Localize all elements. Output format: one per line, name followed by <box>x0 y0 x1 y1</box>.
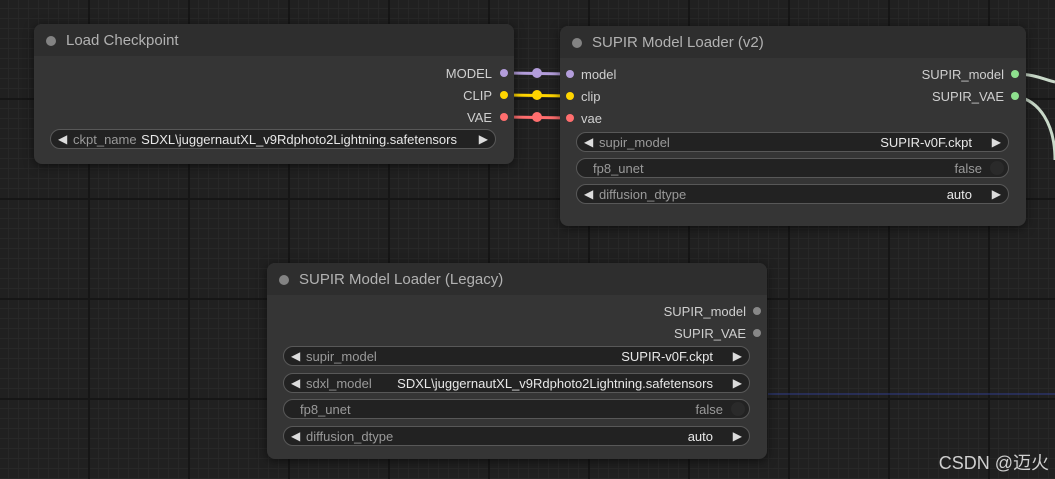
toggle-knob-icon[interactable] <box>990 161 1004 175</box>
output-label-supir-model: SUPIR_model <box>921 67 1004 82</box>
widget-name: sdxl_model <box>306 376 372 391</box>
link-vae-midpoint[interactable] <box>532 112 542 122</box>
decrement-arrow-icon[interactable]: ◀ <box>291 375 300 391</box>
node-title-bar[interactable]: Load Checkpoint <box>34 24 514 56</box>
node-title: SUPIR Model Loader (v2) <box>592 34 764 51</box>
increment-arrow-icon[interactable]: ▶ <box>992 186 1001 202</box>
widget-name: supir_model <box>599 135 670 150</box>
output-slot-supir-model[interactable] <box>1011 70 1019 78</box>
output-slot-clip[interactable] <box>500 91 508 99</box>
load-checkpoint-node[interactable]: Load Checkpoint MODEL CLIP VAE ◀ ckpt_na… <box>34 24 514 164</box>
output-label-supir-vae: SUPIR_VAE <box>673 326 746 341</box>
toggle-knob-icon[interactable] <box>731 402 745 416</box>
diffusion-dtype-combo[interactable]: ◀ diffusion_dtype auto ▶ <box>576 184 1009 204</box>
widget-name: diffusion_dtype <box>599 187 687 202</box>
node-title: Load Checkpoint <box>66 32 179 49</box>
widget-name: supir_model <box>306 349 377 364</box>
input-label-model: model <box>581 67 617 82</box>
node-title: SUPIR Model Loader (Legacy) <box>299 271 504 288</box>
widget-value: false <box>695 402 723 417</box>
increment-arrow-icon[interactable]: ▶ <box>992 134 1001 150</box>
increment-arrow-icon[interactable]: ▶ <box>733 428 742 444</box>
watermark-text: CSDN @迈火 <box>938 453 1049 473</box>
output-label-model: MODEL <box>445 66 492 81</box>
widget-value: SDXL\juggernautXL_v9Rdphoto2Lightning.sa… <box>397 376 713 391</box>
decrement-arrow-icon[interactable]: ◀ <box>584 134 593 150</box>
collapse-dot-icon[interactable] <box>279 275 289 285</box>
sdxl-model-combo[interactable]: ◀ sdxl_model SDXL\juggernautXL_v9Rdphoto… <box>283 373 750 393</box>
input-slot-model[interactable] <box>566 70 574 78</box>
output-label-vae: VAE <box>466 110 492 125</box>
output-label-supir-vae: SUPIR_VAE <box>931 89 1004 104</box>
output-label-clip: CLIP <box>463 88 492 103</box>
input-label-clip: clip <box>581 89 601 104</box>
collapse-dot-icon[interactable] <box>46 36 56 46</box>
collapse-dot-icon[interactable] <box>572 38 582 48</box>
widget-name: diffusion_dtype <box>306 429 394 444</box>
node-title-bar[interactable]: SUPIR Model Loader (Legacy) <box>267 263 767 295</box>
widget-value: SUPIR-v0F.ckpt <box>621 349 713 364</box>
increment-arrow-icon[interactable]: ▶ <box>733 375 742 391</box>
supir-loader-v2-node[interactable]: SUPIR Model Loader (v2) model clip vae S… <box>560 26 1026 226</box>
decrement-arrow-icon[interactable]: ◀ <box>584 186 593 202</box>
input-label-vae: vae <box>581 111 602 126</box>
widget-value: auto <box>946 187 972 202</box>
increment-arrow-icon[interactable]: ▶ <box>479 131 488 147</box>
output-slot-supir-vae[interactable] <box>1011 92 1019 100</box>
widget-name: fp8_unet <box>593 161 644 176</box>
decrement-arrow-icon[interactable]: ◀ <box>291 348 300 364</box>
link-model-midpoint[interactable] <box>532 68 542 78</box>
link-clip-midpoint[interactable] <box>532 90 542 100</box>
output-slot-model[interactable] <box>500 69 508 77</box>
output-label-supir-model: SUPIR_model <box>663 304 746 319</box>
node-title-bar[interactable]: SUPIR Model Loader (v2) <box>560 26 1026 58</box>
widget-value: false <box>954 161 982 176</box>
output-slot-supir-model[interactable] <box>753 307 761 315</box>
input-slot-clip[interactable] <box>566 92 574 100</box>
decrement-arrow-icon[interactable]: ◀ <box>291 428 300 444</box>
ckpt-name-combo[interactable]: ◀ ckpt_name SDXL\juggernautXL_v9Rdphoto2… <box>50 129 496 149</box>
diffusion-dtype-combo[interactable]: ◀ diffusion_dtype auto ▶ <box>283 426 750 446</box>
fp8-unet-toggle[interactable]: fp8_unet false <box>576 158 1009 178</box>
widget-name: ckpt_name <box>73 132 137 147</box>
fp8-unet-toggle[interactable]: fp8_unet false <box>283 399 750 419</box>
decrement-arrow-icon[interactable]: ◀ <box>58 131 67 147</box>
increment-arrow-icon[interactable]: ▶ <box>733 348 742 364</box>
supir-loader-legacy-node[interactable]: SUPIR Model Loader (Legacy) SUPIR_model … <box>267 263 767 459</box>
input-slot-vae[interactable] <box>566 114 574 122</box>
widget-name: fp8_unet <box>300 402 351 417</box>
supir-model-combo[interactable]: ◀ supir_model SUPIR-v0F.ckpt ▶ <box>283 346 750 366</box>
supir-model-combo[interactable]: ◀ supir_model SUPIR-v0F.ckpt ▶ <box>576 132 1009 152</box>
widget-value: SDXL\juggernautXL_v9Rdphoto2Lightning.sa… <box>141 132 457 147</box>
output-slot-vae[interactable] <box>500 113 508 121</box>
widget-value: SUPIR-v0F.ckpt <box>880 135 972 150</box>
widget-value: auto <box>687 429 713 444</box>
output-slot-supir-vae[interactable] <box>753 329 761 337</box>
